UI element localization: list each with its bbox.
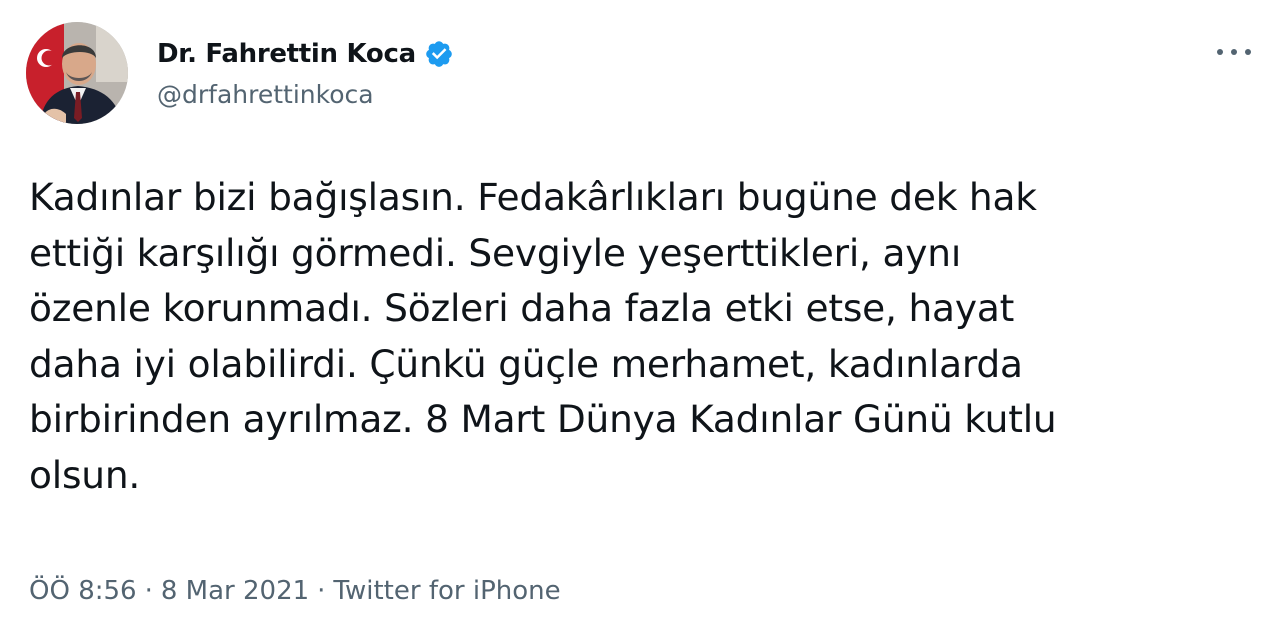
author-name-row: Dr. Fahrettin Koca xyxy=(157,36,454,72)
verified-badge-icon xyxy=(424,39,454,69)
tweet-source[interactable]: Twitter for iPhone xyxy=(333,576,560,606)
tweet-meta: ÖÖ 8:56 · 8 Mar 2021 · Twitter for iPhon… xyxy=(29,576,561,606)
avatar-image xyxy=(26,22,128,124)
avatar[interactable] xyxy=(26,22,128,124)
tweet-text: Kadınlar bizi bağışlasın. Fedakârlıkları… xyxy=(29,175,1057,497)
meta-separator: · xyxy=(317,576,326,606)
tweet-time[interactable]: ÖÖ 8:56 xyxy=(29,576,137,606)
author-handle[interactable]: @drfahrettinkoca xyxy=(157,80,374,109)
tweet-date[interactable]: 8 Mar 2021 xyxy=(161,576,309,606)
author-display-name[interactable]: Dr. Fahrettin Koca xyxy=(157,39,416,69)
more-options-icon[interactable] xyxy=(1212,40,1256,64)
tweet-card: Dr. Fahrettin Koca @drfahrettinkoca Kadı… xyxy=(0,0,1280,640)
meta-separator: · xyxy=(144,576,153,606)
